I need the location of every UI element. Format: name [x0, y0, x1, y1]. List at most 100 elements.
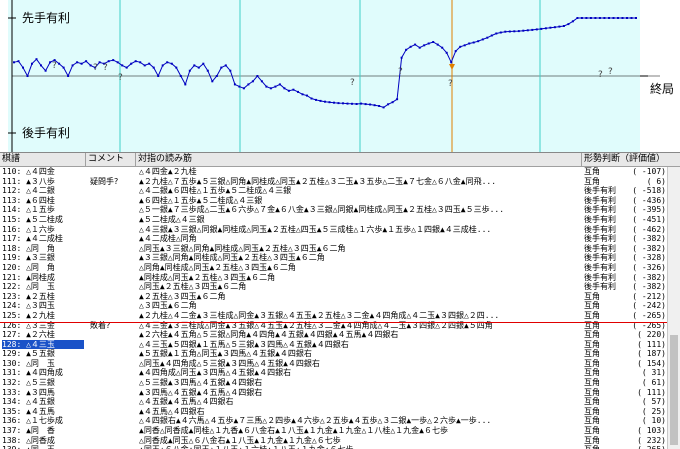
- move-row[interactable]: 123: ▲２五桂 ▲２五桂△３四玉▲６二角 互角 ( -212): [0, 292, 668, 302]
- move-row[interactable]: 128: △４三玉 △４三玉▲５四銀▲１五馬△５三銀▲３四馬△４五銀▲４四銀右 互角…: [0, 339, 668, 350]
- end-label: 終局: [650, 81, 674, 96]
- judgement-cell: 互角: [584, 435, 600, 445]
- move-cell: 133: ▲３四馬: [2, 387, 55, 397]
- value-cell: ( -451): [632, 214, 666, 224]
- eval-point: [233, 83, 236, 86]
- eval-point: [265, 85, 268, 88]
- judgement-cell: 後手有利: [584, 224, 616, 234]
- header-move[interactable]: 棋譜: [0, 153, 86, 166]
- move-row[interactable]: 122: △同 玉 △同玉▲２五桂△３四玉▲６二角 後手有利 ( -382): [0, 282, 668, 292]
- eval-point: [608, 17, 610, 19]
- judgement-cell: 後手有利: [584, 195, 616, 205]
- reading-cell: △４三玉▲５四銀▲１五馬△５三銀▲３四馬△４五銀▲４四銀右: [139, 339, 349, 349]
- reading-cell: △同玉▲２五桂△３四玉▲６二角: [139, 282, 247, 292]
- move-row[interactable]: 115: ▲５二桂成 ▲５二桂成△４三銀 後手有利 ( -451): [0, 215, 668, 225]
- header-comment[interactable]: コメント: [86, 153, 136, 166]
- judgement-cell: 互角: [584, 378, 600, 388]
- eval-point: [26, 75, 29, 77]
- move-row[interactable]: 135: ▲４五馬 ▲４五馬△４四銀右 互角 ( 25): [0, 407, 668, 417]
- move-row[interactable]: 130: △同 玉 △同玉▲４四角成△５三銀▲３四馬△４五銀▲４四銀右 互角 ( 15…: [0, 359, 668, 369]
- move-row[interactable]: 137: ▲同 香 ▲同香△同香成▲同桂△１九香▲６八金右▲１八玉▲１九金▲１九金…: [0, 426, 668, 436]
- move-list-panel[interactable]: 棋譜 コメント 対指の読み筋 形勢判断（評価値） 110: △４四金 △４四金▲２…: [0, 152, 680, 449]
- eval-point: [562, 25, 565, 27]
- move-row[interactable]: 134: △４五銀 △４五銀▲４五馬△４四銀右 互角 ( 57): [0, 397, 668, 407]
- move-row[interactable]: 127: ▲２六桂 ▲２六桂▲４五角△５三銀△同角▲４四角▲４五銀▲４四銀▲４五馬…: [0, 330, 668, 340]
- reading-cell: ▲２六桂▲４五角△５三銀△同角▲４四角▲４五銀▲４四銀▲４五馬▲４四銀右: [139, 330, 399, 340]
- vertical-scrollbar[interactable]: [667, 167, 680, 449]
- eval-point: [62, 66, 65, 69]
- judgement-cell: 互角: [584, 291, 600, 301]
- move-row[interactable]: 118: △同 角 △同玉▲３三銀△同角▲同桂成△同玉▲２五桂△３四玉▲６二角 後手…: [0, 244, 668, 254]
- eval-point: [526, 29, 529, 32]
- eval-point: [418, 46, 421, 49]
- move-cell: 121: ▲同桂成: [2, 272, 55, 282]
- move-row[interactable]: 112: △４二銀 △４二銀▲６四桂△１五歩▲５二桂成△４三銀 後手有利 ( -518…: [0, 186, 668, 196]
- eval-point: [635, 17, 637, 19]
- move-cell: 119: ▲３三銀: [2, 253, 55, 263]
- move-list-rows[interactable]: 110: △４四金 △４四金▲２九桂 互角( -107) 111: ▲３八歩 疑問手? ▲…: [0, 167, 668, 449]
- eval-point: [414, 43, 417, 46]
- header-reading[interactable]: 対指の読み筋: [136, 153, 582, 166]
- eval-point: [179, 75, 182, 77]
- eval-point: [130, 62, 133, 65]
- move-row[interactable]: 125: ▲２九桂 ▲２九桂△４二金▲３三桂成△同金▲３五銀△４五玉▲２五桂△３二…: [0, 311, 668, 321]
- value-cell: ( -328): [632, 253, 666, 263]
- eval-point: [297, 90, 299, 93]
- move-row[interactable]: 132: △５三銀 △５三銀▲３四馬△４五銀▲４四銀右 互角 ( 61): [0, 378, 668, 388]
- eval-point: [175, 66, 178, 69]
- eval-point: [481, 38, 484, 41]
- value-cell: ( -382): [632, 243, 666, 253]
- move-cell: 114: △１五歩: [2, 205, 55, 215]
- move-row[interactable]: 121: ▲同桂成 ▲同桂成△同玉▲２五桂△３四玉▲６二角 後手有利 ( -382): [0, 273, 668, 283]
- move-row[interactable]: 114: △１五歩 △５一銀▲７三歩成△二玉▲６六歩△７金▲６八金▲３三銀△同銀▲…: [0, 205, 668, 215]
- scrollbar-thumb[interactable]: [670, 335, 678, 445]
- eval-point: [387, 103, 390, 106]
- move-row[interactable]: 139: ▲同 玉 ▲同玉△６八金▲同玉△１八玉△１六桂▲１八玉△１九金▲６七歩 互…: [0, 445, 668, 449]
- move-row[interactable]: 131: ▲４四角成 ▲４四角成△同玉▲３四馬△４五銀▲４四銀右 互角 ( 31): [0, 368, 668, 378]
- move-row[interactable]: 119: ▲３三銀 ▲３三銀△同角▲同桂成△同玉▲２五桂△３四玉▲６二角 後手有利 (…: [0, 253, 668, 263]
- move-row[interactable]: 113: ▲６四桂 ▲６四桂△１五歩▲５二桂成△４三銀 後手有利 ( -436): [0, 196, 668, 206]
- move-cell: 110: △４四金: [2, 167, 55, 176]
- move-row[interactable]: 124: △３四玉 △３四玉▲６二角 互角 ( -242): [0, 301, 668, 311]
- eval-point: [337, 102, 340, 105]
- eval-point: [567, 23, 570, 26]
- move-row[interactable]: 138: △同香成 △同香成▲同玉△６八金右▲１八玉▲１九金▲１九金△６七歩 互角(…: [0, 436, 668, 446]
- eval-point: [626, 17, 628, 19]
- reading-cell: ▲４二成桂△同角: [139, 234, 197, 244]
- eval-point: [594, 17, 597, 19]
- move-cell: 120: △同 角: [2, 262, 55, 272]
- move-row[interactable]: 110: △４四金 △４四金▲２九桂 互角 ( -107): [0, 167, 668, 177]
- judgement-cell: 互角: [584, 339, 600, 349]
- eval-point: [400, 56, 403, 59]
- move-row[interactable]: 111: ▲３八歩 疑問手? ▲２九桂△７五歩▲５三銀△同角▲同桂成△同玉▲２五桂△…: [0, 177, 668, 187]
- reading-cell: △４五銀▲４五馬△４四銀右: [139, 397, 234, 407]
- eval-point: [432, 41, 435, 43]
- eval-point: [76, 61, 79, 64]
- eval-point: [540, 27, 543, 30]
- eval-point: [589, 17, 592, 19]
- move-row[interactable]: 120: △同 角 △同角▲同桂成△同玉▲２五桂△３四玉▲６二角 後手有利 ( -32…: [0, 263, 668, 273]
- eval-point: [238, 85, 241, 88]
- move-row[interactable]: 133: ▲３四馬 ▲３四馬△４五銀▲４五馬△４四銀右 互角 ( 111): [0, 388, 668, 398]
- eval-point: [378, 105, 381, 107]
- eval-point: [612, 17, 615, 19]
- eval-point: [436, 43, 439, 46]
- eval-point: [391, 101, 394, 104]
- value-cell: ( -326): [632, 262, 666, 272]
- move-row[interactable]: 116: △１六歩 △４三銀▲３三銀△同銀▲同桂成△同玉▲２五桂△四玉▲５三成桂△…: [0, 225, 668, 235]
- reading-cell: ▲５五銀▲１五角△同玉▲３四馬△４五銀▲４四銀右: [139, 349, 312, 359]
- move-cell: 132: △５三銀: [2, 378, 55, 388]
- evaluation-graph[interactable]: ????????? 先手有利 後手有利 終局: [0, 0, 680, 152]
- move-row[interactable]: 117: ▲４二成桂 ▲４二成桂△同角 後手有利 ( -382): [0, 234, 668, 244]
- reading-cell: ▲５二桂成△４三銀: [139, 214, 205, 224]
- eval-point: [301, 93, 304, 96]
- move-cell: 118: △同 角: [2, 243, 55, 253]
- header-judgement[interactable]: 形勢判断（評価値）: [582, 153, 680, 166]
- reading-cell: △同香成▲同玉△６八金右▲１八玉▲１九金▲１九金△６七歩: [139, 435, 341, 445]
- move-row[interactable]: 129: ▲５五銀 ▲５五銀▲１五角△同玉▲３四馬△４五銀▲４四銀右 互角 ( 187…: [0, 349, 668, 359]
- eval-point: [477, 40, 480, 43]
- evaluation-graph-canvas[interactable]: ????????? 先手有利 後手有利 終局: [0, 0, 680, 152]
- reading-cell: ▲２九桂△７五歩▲５三銀△同角▲同桂成△同玉▲２五桂△３二玉▲３五歩△二玉▲７七…: [139, 176, 497, 186]
- move-row[interactable]: 136: △１七歩成 △４四銀右▲４六馬△４五歩▲７三馬△２四歩▲４六歩△２五歩▲…: [0, 416, 668, 426]
- question-mark: ?: [398, 67, 403, 77]
